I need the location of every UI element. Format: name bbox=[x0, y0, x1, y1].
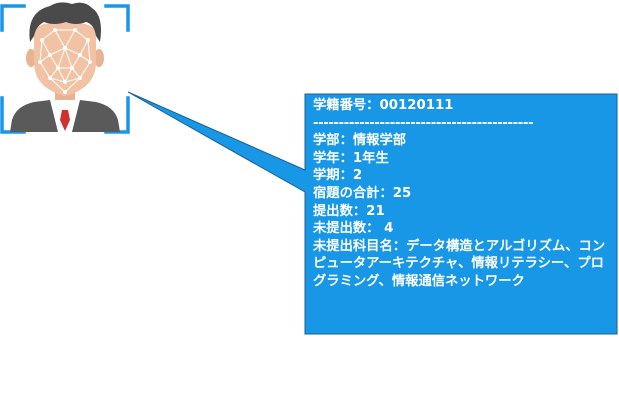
face-icon bbox=[34, 22, 96, 96]
homework-total: 宿題の合計：25 bbox=[313, 185, 412, 201]
unsubmitted-count: 未提出数： 4 bbox=[313, 221, 394, 237]
unsubmitted-subjects: 未提出科目名：データ構造とアルゴリズム、コンピュータアーキテクチャ、情報リテラシ… bbox=[313, 238, 606, 289]
divider-line: ----------------------------------------… bbox=[313, 115, 534, 131]
face-recognition-avatar-icon bbox=[0, 2, 130, 134]
year: 学年：1年生 bbox=[313, 150, 389, 166]
faculty: 学部：情報学部 bbox=[313, 133, 407, 149]
student-id: 学籍番号：00120111 bbox=[313, 98, 454, 113]
submitted-count: 提出数：21 bbox=[313, 203, 385, 219]
student-info-panel: 学籍番号：00120111 --------------------------… bbox=[313, 97, 611, 291]
term: 学期：2 bbox=[313, 168, 363, 184]
